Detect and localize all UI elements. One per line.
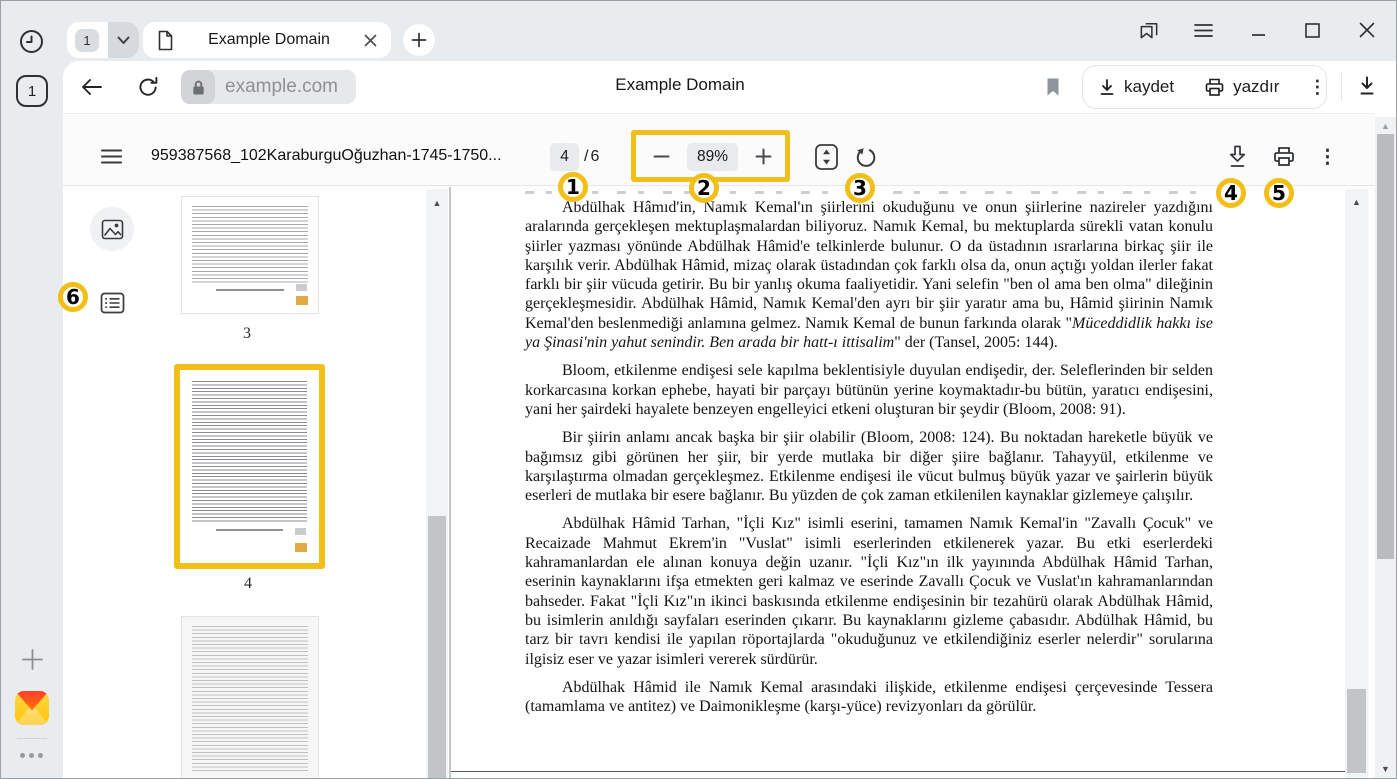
pdf-sidebar-toggle-icon[interactable] — [101, 148, 122, 165]
paragraph-4: Abdülhak Hâmid Tarhan, "İçli Kız" isimli… — [525, 514, 1213, 668]
pdf-scrollbar-thumb[interactable] — [1347, 689, 1366, 773]
browser-side-rail: 1 — [1, 1, 63, 778]
image-icon — [101, 219, 124, 240]
paragraph-2: Bloom, etkilenme endişesi sele kapılma b… — [525, 361, 1213, 419]
scroll-up-icon[interactable]: ▲ — [426, 199, 448, 208]
zoom-out-button[interactable] — [652, 147, 671, 166]
printer-icon — [1204, 77, 1225, 97]
pdf-image-view-button[interactable] — [90, 207, 134, 251]
thumbnail-label: 4 — [244, 575, 252, 593]
chevron-down-icon — [117, 36, 130, 45]
mail-flap — [15, 691, 49, 711]
annotation-marker-1: 1 — [558, 172, 588, 202]
pdf-thumbnails-toggle-button[interactable] — [100, 292, 125, 314]
plus-icon — [411, 32, 427, 48]
downloads-icon[interactable] — [1357, 75, 1377, 97]
tab-example-domain[interactable]: Example Domain — [143, 22, 391, 58]
document-text: Abdülhak Hâmıd'in, Namık Kemal'ın şiirle… — [525, 198, 1213, 725]
pdf-print-icon[interactable] — [1272, 145, 1296, 168]
download-icon — [1098, 78, 1116, 96]
list-icon — [100, 292, 125, 314]
tab-group-badge: 1 — [75, 29, 99, 52]
zoom-level-field[interactable]: 89% — [687, 143, 738, 171]
back-icon[interactable] — [80, 78, 103, 96]
scroll-down-icon[interactable]: ▼ — [1375, 765, 1396, 774]
zoom-in-button[interactable] — [754, 147, 773, 166]
rotate-icon[interactable] — [854, 146, 877, 169]
browser-scrollbar-thumb[interactable] — [1377, 134, 1394, 559]
minimize-icon[interactable] — [1247, 19, 1269, 41]
toolbar-divider — [1341, 73, 1342, 101]
thumbnail-page-5[interactable] — [182, 617, 318, 779]
tab-title: Example Domain — [174, 31, 364, 49]
rail-tab-count: 1 — [28, 83, 36, 100]
bookmark-icon[interactable] — [1045, 77, 1061, 97]
fit-to-page-icon[interactable] — [814, 143, 839, 171]
browser-window: 1 1 Example Domain — [0, 0, 1397, 779]
paragraph-1: Abdülhak Hâmıd'in, Namık Kemal'ın şiirle… — [525, 198, 1213, 352]
print-button[interactable]: yazdır — [1189, 66, 1294, 108]
rail-add-button[interactable] — [21, 648, 44, 671]
pdf-page: Abdülhak Hâmıd'in, Namık Kemal'ın şiirle… — [451, 187, 1345, 778]
tab-close-icon[interactable] — [364, 34, 377, 47]
tab-group-expand-button[interactable] — [108, 22, 139, 58]
pdf-filename: 959387568_102KaraburguOğuzhan-1745-1750.… — [151, 147, 502, 165]
scroll-up-icon[interactable]: ▲ — [1345, 198, 1368, 207]
reload-icon[interactable] — [137, 76, 159, 98]
pdf-page-count: /6 — [584, 148, 601, 166]
save-button[interactable]: kaydet — [1083, 66, 1189, 108]
paragraph-3: Bir şiirin anlamı ancak başka bir şiir o… — [525, 428, 1213, 505]
rail-more-button[interactable] — [20, 753, 43, 758]
thumbnail-scrollbar-thumb[interactable] — [428, 516, 446, 779]
tab-group-pill[interactable]: 1 — [67, 22, 139, 58]
page-actions-more-icon[interactable]: ⋮ — [1294, 77, 1340, 98]
annotation-marker-4: 4 — [1216, 178, 1246, 208]
thumbnail-label: 3 — [243, 325, 251, 343]
annotation-marker-2: 2 — [689, 173, 719, 203]
thumbnail-page-3[interactable] — [182, 197, 318, 313]
scroll-up-icon[interactable]: ▲ — [1375, 122, 1396, 131]
page-actions-pill: kaydet yazdır ⋮ — [1082, 65, 1327, 109]
panels-icon[interactable] — [1138, 19, 1160, 41]
footnote-rule — [451, 771, 1345, 773]
lock-icon[interactable] — [181, 70, 215, 104]
history-icon[interactable] — [19, 29, 44, 54]
url-text: example.com — [225, 76, 338, 98]
annotation-marker-5: 5 — [1264, 178, 1294, 208]
address-bar[interactable]: example.com — [181, 70, 356, 104]
thumbnail-page-4[interactable] — [182, 372, 317, 561]
menu-icon[interactable] — [1192, 19, 1214, 41]
rail-tab-counter-button[interactable]: 1 — [16, 75, 48, 107]
yandex-mail-icon[interactable] — [15, 691, 49, 725]
paragraph-5: Abdülhak Hâmid ile Namık Kemal arasındak… — [525, 678, 1213, 717]
rail-divider — [17, 738, 47, 739]
pdf-download-icon[interactable] — [1226, 144, 1249, 169]
page-doc-icon — [157, 30, 174, 51]
maximize-icon[interactable] — [1301, 19, 1323, 41]
pdf-more-icon[interactable]: ⋮ — [1318, 146, 1337, 169]
annotation-marker-6: 6 — [58, 282, 88, 312]
close-icon[interactable] — [1356, 19, 1378, 41]
pane-divider — [449, 187, 451, 779]
pdf-current-page-field[interactable]: 4 — [550, 143, 579, 171]
page-title: Example Domain — [480, 75, 880, 95]
annotation-marker-3: 3 — [845, 173, 875, 203]
new-tab-button[interactable] — [403, 24, 435, 56]
